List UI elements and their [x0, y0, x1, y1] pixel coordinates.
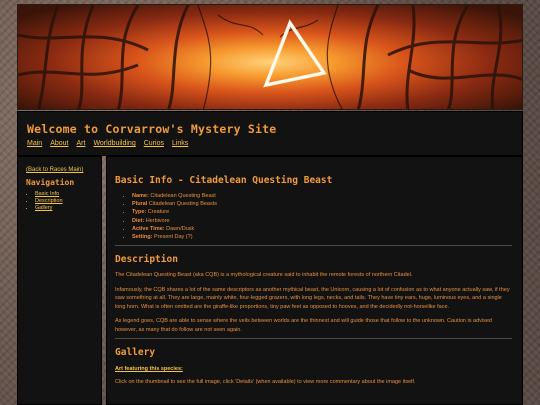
site-header: Welcome to Corvarrow's Mystery Site Main… [17, 111, 523, 156]
header-banner-image [17, 4, 523, 110]
main-content: Basic Info - Citadelean Questing Beast N… [106, 156, 523, 405]
info-label: Active Time: [132, 225, 165, 232]
info-value: Herbivore [145, 217, 170, 224]
nav-art[interactable]: Art [76, 140, 85, 147]
nav-curios[interactable]: Curios [144, 140, 164, 147]
section-divider [115, 245, 512, 247]
info-value: Creature [147, 209, 170, 216]
sidebar-link-description[interactable]: Description [35, 198, 63, 204]
info-item: Setting: Present Day (?) [132, 233, 512, 241]
page-frame: Welcome to Corvarrow's Mystery Site Main… [17, 4, 523, 156]
section-divider [115, 338, 512, 340]
sidebar-item-description: Description [35, 198, 95, 205]
info-item: Type: Creature [132, 208, 512, 216]
info-value: Citadelean Questing Beasts [148, 201, 218, 208]
gallery-subheading: Art featuring this species: [115, 366, 183, 373]
nav-worldbuilding[interactable]: Worldbuilding [93, 140, 135, 147]
site-title: Welcome to Corvarrow's Mystery Site [27, 122, 277, 136]
description-paragraph: Infamously, the CQB shares a lot of the … [115, 286, 510, 310]
back-to-races-link[interactable]: (Back to Races Main) [26, 167, 95, 173]
description-paragraph: The Citadelean Questing Beast (aka CQB) … [115, 272, 413, 279]
sidebar: (Back to Races Main) Navigation Basic In… [17, 156, 102, 405]
info-item: Name: Citadelean Questing Beast [132, 192, 512, 200]
sidebar-list: Basic Info Description Gallery [26, 191, 95, 212]
gallery-heading: Gallery [115, 347, 156, 359]
basic-info-list: Name: Citadelean Questing Beast Plural C… [115, 192, 512, 241]
sidebar-link-basic-info[interactable]: Basic Info [35, 191, 59, 197]
sidebar-item-gallery: Gallery [35, 205, 95, 212]
info-item: Plural Citadelean Questing Beasts [132, 200, 512, 208]
info-value: Citadelean Questing Beast [150, 193, 216, 199]
info-label: Diet: [132, 217, 145, 224]
sidebar-heading: Navigation [26, 178, 75, 187]
info-item: Active Time: Dawn/Dusk [132, 225, 512, 233]
sidebar-link-gallery[interactable]: Gallery [35, 205, 52, 211]
info-label: Type: [132, 209, 147, 216]
top-nav: Main About Art Worldbuilding Curios Link… [27, 140, 513, 147]
info-item: Diet: Herbivore [132, 217, 512, 225]
sidebar-item-basic-info: Basic Info [35, 191, 95, 198]
description-heading: Description [115, 254, 178, 266]
gallery-note: Click on the thumbnail to see the full i… [115, 379, 416, 386]
info-label: Plural [132, 201, 148, 208]
info-label: Setting: [132, 234, 153, 241]
info-value: Present Day (?) [154, 234, 193, 241]
description-paragraph: As legend goes, CQB are able to sense wh… [115, 318, 492, 333]
nav-about[interactable]: About [50, 140, 68, 147]
info-label: Name: [132, 193, 149, 199]
info-value: Dawn/Dusk [166, 225, 195, 232]
banner-art [18, 5, 522, 109]
nav-links[interactable]: Links [172, 140, 188, 147]
basic-info-heading: Basic Info - Citadelean Questing Beast [115, 175, 333, 186]
nav-main[interactable]: Main [27, 140, 42, 147]
